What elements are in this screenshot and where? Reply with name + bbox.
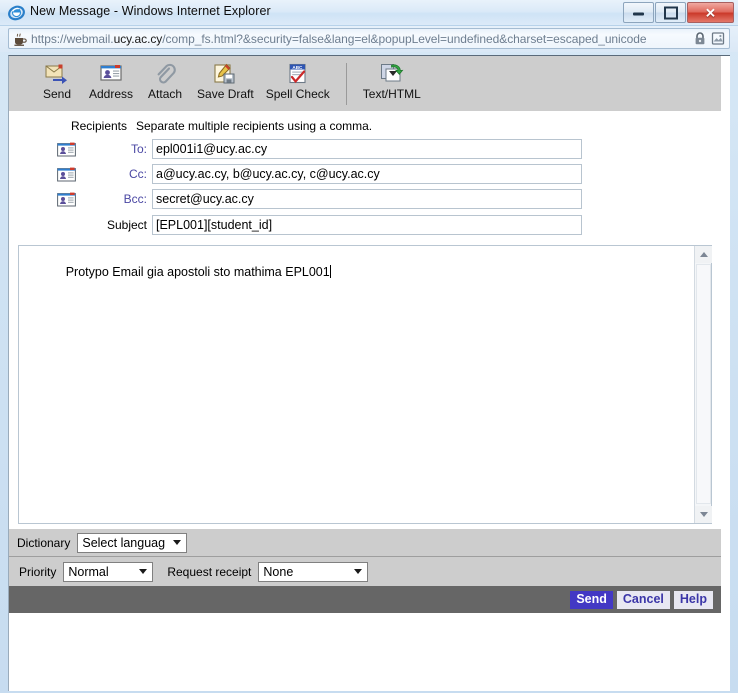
- spell-check-icon: ABC: [285, 62, 311, 86]
- toolbar-save-draft-label: Save Draft: [197, 87, 254, 101]
- address-book-icon: [98, 62, 124, 86]
- window-title-bar: New Message - Windows Internet Explorer …: [0, 0, 738, 26]
- text-caret: [329, 265, 331, 278]
- priority-select-value: Normal: [68, 564, 109, 579]
- toolbar-text-html-label: Text/HTML: [362, 87, 421, 101]
- dictionary-label: Dictionary: [17, 535, 71, 550]
- help-button[interactable]: Help: [673, 590, 713, 609]
- svg-text:ABC: ABC: [292, 65, 303, 70]
- maximize-button[interactable]: [655, 2, 686, 23]
- dictionary-select[interactable]: Select language: [77, 532, 188, 553]
- request-receipt-label: Request receipt: [167, 564, 252, 579]
- recipients-label: Recipients: [70, 119, 127, 133]
- cc-label[interactable]: Cc:: [79, 167, 152, 181]
- toolbar-address-label: Address: [89, 87, 134, 101]
- chevron-down-icon: [139, 569, 148, 574]
- toolbar-text-html-button[interactable]: Text/HTML: [357, 60, 427, 101]
- to-label[interactable]: To:: [79, 142, 152, 156]
- minimize-button[interactable]: [623, 2, 654, 23]
- save-draft-icon: [212, 62, 238, 86]
- subject-input[interactable]: [152, 215, 582, 235]
- compose-toolbar: Send Address Attach Save Draft ABC Spell…: [9, 56, 721, 112]
- request-receipt-select[interactable]: None: [258, 561, 369, 582]
- bcc-address-book-icon[interactable]: [57, 192, 79, 207]
- scroll-up-arrow-icon[interactable]: [695, 246, 712, 263]
- to-input[interactable]: [152, 139, 582, 159]
- recipients-row: Recipients Separate multiple recipients …: [9, 116, 721, 136]
- toolbar-spell-check-button[interactable]: ABC Spell Check: [260, 60, 336, 101]
- cc-address-book-icon[interactable]: [57, 167, 79, 182]
- cc-input[interactable]: [152, 164, 582, 184]
- java-coffee-icon: [12, 31, 28, 47]
- toolbar-address-button[interactable]: Address: [83, 60, 139, 101]
- toolbar-send-button[interactable]: Send: [31, 60, 83, 101]
- priority-select[interactable]: Normal: [63, 561, 154, 582]
- subject-row: Subject: [9, 214, 721, 236]
- internet-explorer-icon: [8, 4, 25, 21]
- message-header-fields: Recipients Separate multiple recipients …: [9, 112, 721, 243]
- toolbar-save-draft-button[interactable]: Save Draft: [191, 60, 260, 101]
- browser-window: New Message - Windows Internet Explorer …: [0, 0, 738, 693]
- footer-action-bar: Send Cancel Help: [9, 586, 721, 613]
- dictionary-select-value: Select language: [82, 535, 166, 550]
- chevron-down-icon: [173, 540, 182, 545]
- priority-bar: Priority Normal Request receipt None: [9, 556, 721, 586]
- paperclip-icon: [152, 62, 178, 86]
- send-envelope-icon: [44, 62, 70, 86]
- subject-label: Subject: [106, 218, 147, 232]
- address-bar-row: https://webmail.ucy.ac.cy/comp_fs.html?&…: [0, 26, 738, 52]
- window-title: New Message - Windows Internet Explorer: [30, 4, 271, 18]
- toolbar-separator: [345, 63, 347, 105]
- toolbar-spell-check-label: Spell Check: [265, 87, 330, 101]
- lock-icon: [693, 31, 707, 46]
- bcc-row: Bcc:: [9, 188, 721, 210]
- scrollbar-thumb[interactable]: [696, 264, 711, 504]
- bcc-input[interactable]: [152, 189, 582, 209]
- message-body-wrapper: Protypo Email gia apostoli sto mathima E…: [9, 243, 721, 528]
- chevron-down-icon: [354, 569, 363, 574]
- toolbar-attach-button[interactable]: Attach: [139, 60, 191, 101]
- address-bar-url: https://webmail.ucy.ac.cy/comp_fs.html?&…: [31, 32, 647, 46]
- bcc-label[interactable]: Bcc:: [79, 192, 152, 206]
- address-bar[interactable]: https://webmail.ucy.ac.cy/comp_fs.html?&…: [8, 28, 730, 49]
- to-address-book-icon[interactable]: [57, 142, 79, 157]
- message-body-textarea[interactable]: Protypo Email gia apostoli sto mathima E…: [18, 245, 712, 524]
- message-body-text: Protypo Email gia apostoli sto mathima E…: [65, 265, 330, 279]
- window-controls: ✕: [623, 2, 734, 23]
- priority-label: Priority: [19, 564, 57, 579]
- recipients-hint: Separate multiple recipients using a com…: [136, 119, 373, 133]
- close-button[interactable]: ✕: [687, 2, 734, 23]
- scroll-down-arrow-icon[interactable]: [695, 506, 712, 523]
- address-bar-indicators: [693, 31, 725, 46]
- toolbar-send-label: Send: [42, 87, 72, 101]
- cancel-button[interactable]: Cancel: [616, 590, 670, 609]
- cc-row: Cc:: [9, 163, 721, 185]
- text-html-toggle-icon: [379, 62, 405, 86]
- dictionary-bar: Dictionary Select language: [9, 528, 721, 556]
- compatibility-view-icon[interactable]: [711, 31, 725, 46]
- body-scrollbar[interactable]: [694, 246, 712, 523]
- compose-message-form: Send Address Attach Save Draft ABC Spell…: [9, 56, 721, 613]
- to-row: To:: [9, 138, 721, 160]
- toolbar-attach-label: Attach: [148, 87, 183, 101]
- request-receipt-select-value: None: [263, 564, 294, 579]
- page-viewport: Send Address Attach Save Draft ABC Spell…: [8, 55, 730, 691]
- send-button[interactable]: Send: [570, 590, 613, 609]
